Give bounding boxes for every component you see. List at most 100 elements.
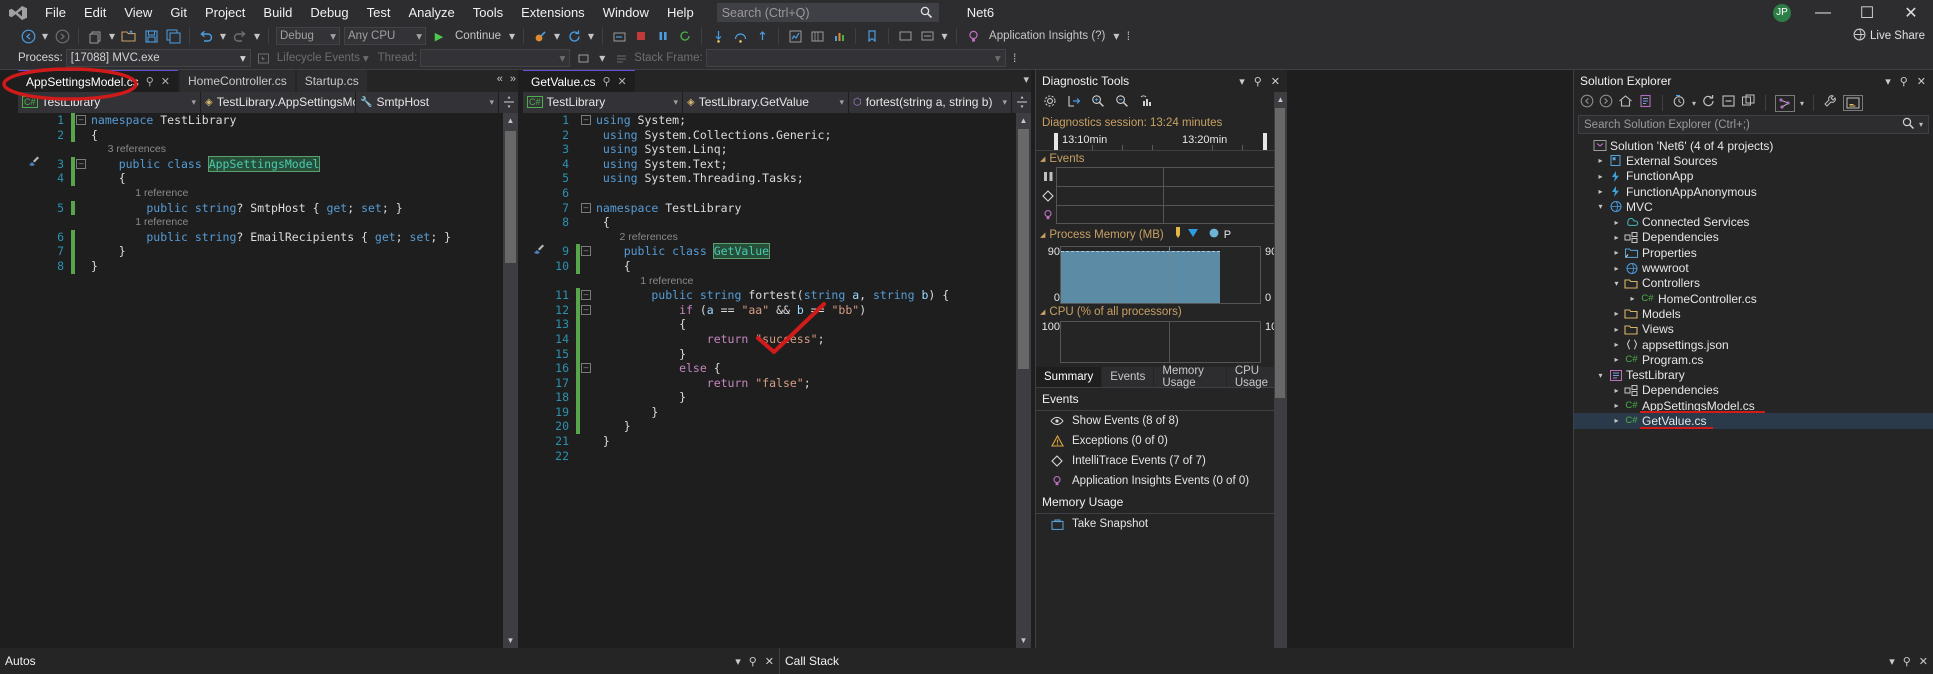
diagnostic-tools-icon[interactable]	[785, 26, 805, 46]
tree-item[interactable]: ▸ FunctionAppAnonymous	[1574, 184, 1933, 199]
step-over-icon[interactable]	[609, 26, 629, 46]
code-line[interactable]: 6 public string? EmailRecipients { get; …	[18, 229, 518, 245]
save-all-icon[interactable]	[163, 26, 183, 46]
codelens-reference-row[interactable]: 3 references	[18, 142, 518, 157]
pin-icon[interactable]: ⚲	[1254, 75, 1262, 88]
step-out-icon[interactable]	[752, 26, 772, 46]
chevron-right-icon[interactable]: ▸	[1610, 264, 1623, 273]
avatar[interactable]: JP	[1773, 3, 1791, 22]
tree-item[interactable]: ▸ C# GetValue.cs	[1574, 413, 1933, 429]
events-timeline-grid[interactable]	[1056, 167, 1281, 224]
view-dropdown-icon[interactable]: ▾	[1800, 99, 1804, 108]
maximize-button[interactable]: ☐	[1845, 0, 1889, 25]
code-line[interactable]: 7 }	[18, 244, 518, 259]
left-member-select[interactable]: 🔧 SmtpHost ▾	[356, 91, 499, 113]
left-type-select[interactable]: ◈ TestLibrary.AppSettingsModel ▾	[201, 91, 356, 113]
close-icon[interactable]: ✕	[618, 75, 627, 88]
app-insights-label[interactable]: Application Insights (?)	[985, 30, 1109, 42]
gear-icon[interactable]	[1043, 94, 1057, 113]
code-line[interactable]: 19 }	[523, 404, 1031, 420]
configuration-select[interactable]: Debug ▾	[276, 27, 340, 45]
tab-startup[interactable]: Startup.cs	[296, 70, 367, 92]
chevron-right-icon[interactable]: ▸	[1610, 248, 1623, 257]
chevron-down-icon[interactable]: ▾	[1610, 279, 1623, 288]
left-vertical-scrollbar[interactable]: ▲ ▼	[503, 113, 518, 648]
code-line[interactable]: 5 public string? SmtpHost { get; set; }	[18, 200, 518, 216]
diagnostics-timeline-ruler[interactable]: 13:10min 13:20min	[1036, 132, 1287, 151]
chevron-right-icon[interactable]: ▸	[1610, 386, 1623, 395]
code-line[interactable]: 13 {	[523, 317, 1031, 332]
app-insights-icon[interactable]	[963, 26, 983, 46]
code-line[interactable]: 17 return "false";	[523, 375, 1031, 391]
code-line[interactable]: 15 }	[523, 346, 1031, 362]
hot-reload-dropdown-icon[interactable]: ▾	[552, 26, 562, 46]
code-line[interactable]: 3 using System.Linq;	[523, 142, 1031, 157]
close-button[interactable]: ✕	[1889, 0, 1933, 25]
code-line[interactable]: 14 return "success";	[523, 331, 1031, 347]
code-line[interactable]: 4 {	[18, 171, 518, 186]
right-code-area[interactable]: 1– using System; 2 using System.Collection…	[523, 113, 1031, 648]
chevron-down-icon[interactable]: ▾	[1594, 202, 1607, 211]
code-line[interactable]: 16– else {	[523, 361, 1031, 376]
fold-toggle-icon[interactable]: –	[580, 201, 592, 216]
left-code-area[interactable]: 1– namespace TestLibrary 2{3 references 3– …	[18, 113, 518, 648]
close-icon[interactable]: ✕	[1917, 75, 1926, 88]
tab-homecontroller[interactable]: HomeController.cs	[180, 70, 295, 92]
menu-edit[interactable]: Edit	[75, 0, 115, 25]
menu-project[interactable]: Project	[196, 0, 254, 25]
chevron-down-icon[interactable]: ▾	[735, 655, 741, 668]
toolbar-overflow-icon[interactable]: ⁞	[1123, 26, 1133, 46]
continue-play-icon[interactable]: ▶	[429, 26, 449, 46]
codelens-reference-row[interactable]: 2 references	[523, 230, 1031, 245]
fold-toggle-icon[interactable]: –	[75, 113, 87, 128]
code-line[interactable]: 10 {	[523, 258, 1031, 274]
codelens-reference-label[interactable]: 3 references	[108, 142, 166, 157]
code-line[interactable]: 8 {	[523, 215, 1031, 230]
chevron-right-icon[interactable]: ▸	[1594, 187, 1607, 196]
undo-icon[interactable]	[196, 26, 216, 46]
chevron-right-icon[interactable]: ▸	[1610, 218, 1623, 227]
code-line[interactable]: 8}	[18, 258, 518, 274]
step-into-icon[interactable]	[708, 26, 728, 46]
scrollbar-thumb[interactable]	[1018, 129, 1029, 369]
tree-item[interactable]: ▸ Connected Services	[1574, 214, 1933, 229]
new-project-icon[interactable]	[85, 26, 105, 46]
tab-events[interactable]: Events	[1102, 367, 1155, 387]
app-insights-dropdown-icon[interactable]: ▾	[1111, 26, 1121, 46]
pause-icon[interactable]	[653, 26, 673, 46]
debug-toolbar-overflow-icon[interactable]: ⁞	[1009, 48, 1021, 68]
tree-item[interactable]: ▾ MVC	[1574, 199, 1933, 214]
back-arrow-icon[interactable]	[1580, 94, 1594, 113]
chevron-right-icon[interactable]: ▸	[1594, 156, 1607, 165]
back-arrow-icon[interactable]	[18, 26, 38, 46]
collapse-all-icon[interactable]	[1721, 94, 1736, 113]
indent-icon[interactable]: ▾	[939, 26, 950, 46]
chevron-right-icon[interactable]: ▸	[1610, 233, 1623, 242]
tree-item[interactable]: ▸ FunctionApp	[1574, 169, 1933, 184]
fold-toggle-icon[interactable]: –	[75, 157, 87, 172]
refresh-icon[interactable]	[1701, 94, 1716, 113]
chevron-right-icon[interactable]: ▸	[1610, 355, 1623, 364]
menu-tools[interactable]: Tools	[464, 0, 512, 25]
menu-window[interactable]: Window	[594, 0, 658, 25]
pending-changes-dropdown-icon[interactable]: ▾	[1692, 99, 1696, 108]
platform-select[interactable]: Any CPU ▾	[344, 27, 426, 45]
tree-item[interactable]: ▸ Properties	[1574, 245, 1933, 260]
summary-item-show-events[interactable]: Show Events (8 of 8)	[1036, 411, 1287, 431]
split-view-icon[interactable]	[1012, 91, 1031, 113]
pin-icon[interactable]: ⚲	[602, 75, 610, 88]
fold-toggle-icon[interactable]: –	[580, 244, 592, 259]
pin-icon[interactable]: ⚲	[1903, 655, 1911, 668]
code-line[interactable]: 1– namespace TestLibrary	[18, 113, 518, 128]
tree-item[interactable]: ▸ Dependencies	[1574, 383, 1933, 398]
live-share-button[interactable]: Live Share	[1853, 28, 1925, 44]
restart-icon[interactable]	[675, 26, 695, 46]
show-all-files-icon[interactable]	[1741, 94, 1756, 113]
codelens-reference-label[interactable]: 1 reference	[640, 274, 693, 289]
close-icon[interactable]: ✕	[1271, 75, 1280, 88]
properties-wrench-icon[interactable]	[1823, 94, 1838, 113]
code-line[interactable]: 1– using System;	[523, 113, 1031, 128]
tab-overflow-controls[interactable]: « »	[497, 73, 516, 85]
close-icon[interactable]: ✕	[765, 655, 774, 668]
close-icon[interactable]: ✕	[1919, 655, 1928, 668]
